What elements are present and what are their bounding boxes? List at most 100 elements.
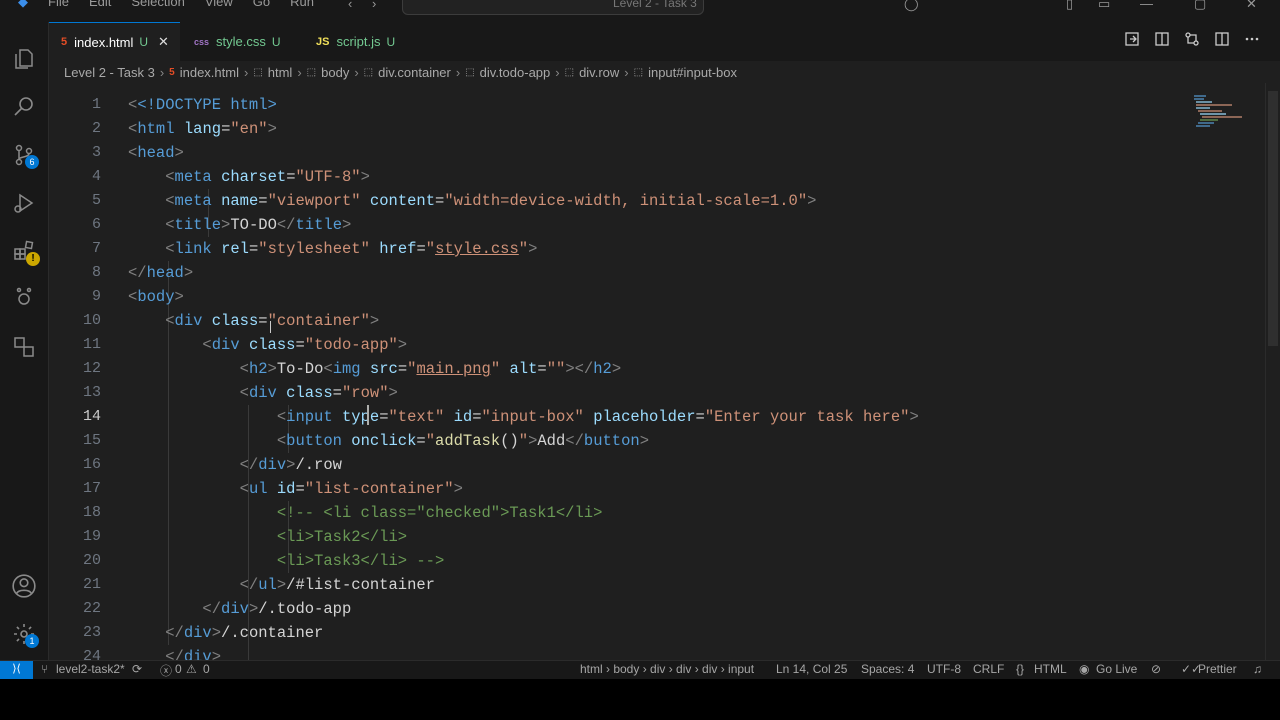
code-line: </div>/.row <box>239 456 342 474</box>
tab-style-css[interactable]: css style.css U <box>182 22 302 61</box>
explorer-icon[interactable] <box>0 39 48 79</box>
live-share-icon[interactable] <box>0 277 48 317</box>
code-line: <h2>To-Do<img src="main.png" alt=""></h2… <box>239 360 622 378</box>
breadcrumb-row[interactable]: div.row <box>579 65 619 80</box>
notifications-bell-icon[interactable]: ♫ <box>1253 662 1262 676</box>
encoding[interactable]: UTF-8 <box>927 662 961 676</box>
branch-name[interactable]: level2-task2* <box>56 662 125 676</box>
breadcrumb-file[interactable]: index.html <box>180 65 239 80</box>
close-window-icon[interactable]: ✕ <box>1246 0 1257 12</box>
indentation[interactable]: Spaces: 4 <box>861 662 914 676</box>
breadcrumb-container[interactable]: div.container <box>378 65 451 80</box>
language-mode[interactable]: HTML <box>1034 662 1067 676</box>
title-bar: ◆ File Edit Selection View Go Run ‹ › Le… <box>0 0 1280 23</box>
tab-script-js[interactable]: JS script.js U <box>304 22 424 61</box>
code-line: <li>Task2</li> <box>128 525 1228 549</box>
line-ending[interactable]: CRLF <box>973 662 1004 676</box>
remote-indicator-icon[interactable]: ⟩⟨ <box>0 661 33 679</box>
line-number: 12 <box>82 360 101 377</box>
code-line: <link rel="stylesheet" href="style.css"> <box>165 240 538 258</box>
current-line-number: 14 <box>82 408 101 425</box>
preview-side-icon[interactable] <box>1154 31 1170 47</box>
split-editor-icon[interactable] <box>1214 31 1230 47</box>
breadcrumb-input[interactable]: input#input-box <box>648 65 737 80</box>
string-token: "width=device-width, initial-scale=1.0" <box>444 192 808 210</box>
broadcast-icon: ◉ <box>1079 662 1090 676</box>
link-token[interactable]: main.png <box>416 360 490 378</box>
code-line: </head> <box>128 264 194 282</box>
link-token[interactable]: style.css <box>435 240 519 258</box>
comment-token: <li>Task2</li> <box>276 528 408 546</box>
sync-icon[interactable]: ⟳ <box>132 662 142 676</box>
code-line: <html lang="en"> <box>128 120 277 138</box>
string-token: " <box>425 240 436 258</box>
run-debug-icon[interactable] <box>0 183 48 223</box>
settings-gear-icon[interactable]: 1 <box>0 614 48 654</box>
menu-selection[interactable]: Selection <box>127 0 188 10</box>
braces-icon: {} <box>1016 662 1025 676</box>
minimize-icon[interactable]: — <box>1140 0 1153 11</box>
error-icon[interactable]: ⓧ <box>160 662 172 679</box>
menu-edit[interactable]: Edit <box>85 0 115 10</box>
cursor-position[interactable]: Ln 14, Col 25 <box>776 662 847 676</box>
account-icon[interactable] <box>0 566 48 606</box>
tab-index-html[interactable]: 5 index.html U ✕ <box>49 22 180 61</box>
maximize-icon[interactable]: ▢ <box>1194 0 1206 12</box>
warning-icon[interactable]: ⚠ <box>186 662 197 676</box>
menu-run[interactable]: Run <box>286 0 318 10</box>
code-editor[interactable]: 1 2 3 4 5 6 7 8 9 10 11 12 13 14 15 16 1… <box>49 83 1280 660</box>
attr-token: id <box>276 480 296 498</box>
element-icon: ⬚ <box>363 66 374 78</box>
extensions-icon[interactable]: ! <box>0 231 48 271</box>
error-count[interactable]: 0 <box>175 662 182 676</box>
attr-token: content <box>369 192 436 210</box>
panel-toggle-icon[interactable]: ▭ <box>1098 0 1110 12</box>
string-token: "viewport" <box>267 192 361 210</box>
string-token: "input-box" <box>481 408 584 426</box>
menu-view[interactable]: View <box>201 0 237 10</box>
scrollbar-thumb[interactable] <box>1268 91 1278 346</box>
copilot-status-icon[interactable]: ⊘ <box>1151 662 1161 676</box>
warning-count[interactable]: 0 <box>203 662 210 676</box>
breadcrumb-todo-app[interactable]: div.todo-app <box>480 65 551 80</box>
vertical-scrollbar[interactable] <box>1265 83 1280 660</box>
more-actions-icon[interactable] <box>1244 31 1260 47</box>
tag-token: link <box>174 240 212 258</box>
code-line: <body> <box>128 288 184 306</box>
attr-token: placeholder <box>593 408 696 426</box>
search-icon[interactable] <box>0 86 48 126</box>
code-line: <meta charset="UTF-8"> <box>165 168 370 186</box>
open-preview-icon[interactable] <box>1124 31 1140 47</box>
prettier-button[interactable]: Prettier <box>1198 662 1237 676</box>
tag-token: div <box>183 624 212 642</box>
go-live-button[interactable]: Go Live <box>1096 662 1137 676</box>
nav-forward-icon[interactable]: › <box>372 0 376 11</box>
layout-icon[interactable]: ▯ <box>1066 0 1073 12</box>
tag-token: button <box>286 432 342 450</box>
close-icon[interactable]: ✕ <box>158 34 169 50</box>
breadcrumb-body[interactable]: body <box>321 65 349 80</box>
branch-icon[interactable]: ⑂ <box>41 662 48 676</box>
command-center-search[interactable]: Level 2 - Task 3 <box>402 0 704 15</box>
compare-changes-icon[interactable] <box>1184 31 1200 47</box>
attr-token: lang <box>183 120 222 138</box>
attr-token: src <box>369 360 398 378</box>
element-icon: ⬚ <box>253 66 263 78</box>
code-line: <div class="row"> <box>239 384 398 402</box>
breadcrumb-folder[interactable]: Level 2 - Task 3 <box>64 65 155 80</box>
menu-go[interactable]: Go <box>249 0 274 10</box>
string-token: " <box>518 432 529 450</box>
breadcrumb-html[interactable]: html <box>268 65 293 80</box>
code-line: <div class="todo-app"> <box>202 336 408 354</box>
tag-token: head <box>137 144 175 162</box>
copilot-icon[interactable]: ◯ <box>904 0 919 12</box>
minimap[interactable] <box>1192 93 1248 133</box>
editor-actions <box>1124 31 1260 47</box>
string-token: "stylesheet" <box>258 240 370 258</box>
source-control-badge: 6 <box>25 155 39 169</box>
remote-explorer-icon[interactable] <box>0 327 48 367</box>
code-line: <title>TO-DO</title> <box>165 216 352 234</box>
nav-back-icon[interactable]: ‹ <box>348 0 352 11</box>
source-control-icon[interactable]: 6 <box>0 135 48 175</box>
menu-file[interactable]: File <box>44 0 73 10</box>
